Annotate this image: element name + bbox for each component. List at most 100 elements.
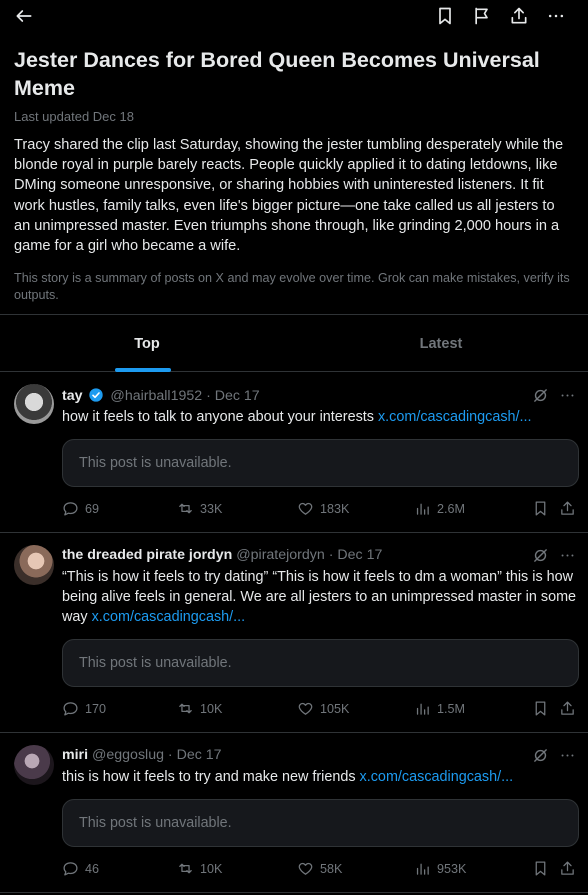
story-headline: Jester Dances for Bored Queen Becomes Un… [14, 48, 540, 100]
reply-button[interactable]: 170 [62, 700, 106, 717]
tab-bar: Top Latest [0, 314, 588, 372]
like-count: 183K [320, 501, 350, 516]
grok-icon[interactable] [532, 547, 549, 564]
like-button[interactable]: 183K [297, 500, 349, 517]
post-actions: 46 10K 58K 953K [62, 860, 580, 880]
bookmark-icon [535, 501, 546, 516]
share-button[interactable] [559, 500, 576, 517]
post-item[interactable]: miri @eggoslug · Dec 17 this is how it f… [0, 733, 588, 893]
last-updated: Last updated Dec 18 [14, 109, 134, 124]
bookmark-icon[interactable] [434, 5, 456, 27]
like-button[interactable]: 105K [297, 700, 349, 717]
like-button[interactable]: 58K [297, 860, 342, 877]
top-bar [0, 0, 588, 34]
reply-button[interactable]: 46 [62, 860, 99, 877]
post-link[interactable]: x.com/cascadingcash/... [360, 769, 514, 785]
post-item[interactable]: tay @hairball1952 · Dec 17 how it feels … [0, 373, 588, 533]
repost-count: 33K [200, 501, 223, 516]
like-count: 105K [320, 701, 350, 716]
heart-icon [298, 502, 313, 515]
views-chart-icon [416, 503, 429, 515]
post-body: how it feels to talk to anyone about you… [62, 409, 378, 425]
more-options-icon[interactable] [559, 547, 576, 564]
avatar[interactable] [14, 545, 54, 585]
views-button[interactable]: 953K [414, 860, 466, 877]
view-count: 953K [437, 861, 467, 876]
avatar[interactable] [14, 745, 54, 785]
post-link[interactable]: x.com/cascadingcash/... [92, 609, 246, 625]
tab-top[interactable]: Top [0, 315, 294, 372]
post-link[interactable]: x.com/cascadingcash/... [378, 409, 532, 425]
verified-badge-icon [89, 388, 104, 402]
heart-icon [298, 862, 313, 875]
repost-button[interactable]: 10K [177, 700, 222, 717]
author-name[interactable]: tay [62, 388, 83, 404]
more-options-icon[interactable] [559, 387, 576, 404]
view-count: 1.5M [437, 701, 465, 716]
grok-icon[interactable] [532, 747, 549, 764]
back-arrow-icon[interactable] [13, 5, 35, 27]
unavailable-quote: This post is unavailable. [62, 439, 579, 487]
share-icon [561, 501, 574, 515]
post-header: tay @hairball1952 · Dec 17 [62, 387, 260, 404]
bookmark-button[interactable] [532, 860, 549, 877]
repost-icon [179, 863, 192, 874]
share-button[interactable] [559, 860, 576, 877]
post-text: this is how it feels to try and make new… [62, 767, 578, 787]
share-icon [561, 861, 574, 875]
reply-count: 46 [85, 861, 100, 876]
repost-button[interactable]: 33K [177, 500, 222, 517]
post-item[interactable]: the dreaded pirate jordyn @piratejordyn … [0, 533, 588, 733]
bookmark-icon [535, 701, 546, 716]
bookmark-button[interactable] [532, 700, 549, 717]
repost-button[interactable]: 10K [177, 860, 222, 877]
avatar[interactable] [14, 384, 54, 424]
author-handle-date[interactable]: @piratejordyn · Dec 17 [236, 547, 382, 563]
reply-count: 69 [85, 501, 100, 516]
reply-icon [63, 702, 78, 716]
author-handle-date[interactable]: @hairball1952 · Dec 17 [110, 388, 259, 404]
views-button[interactable]: 2.6M [414, 500, 465, 517]
post-body: this is how it feels to try and make new… [62, 769, 360, 785]
unavailable-quote: This post is unavailable. [62, 799, 579, 847]
reply-icon [63, 502, 78, 516]
more-options-icon[interactable] [559, 747, 576, 764]
bookmark-button[interactable] [532, 500, 549, 517]
post-top-icons [532, 387, 576, 404]
post-header: miri @eggoslug · Dec 17 [62, 747, 222, 763]
tab-latest[interactable]: Latest [294, 315, 588, 372]
heart-icon [298, 702, 313, 715]
share-icon[interactable] [508, 5, 530, 27]
post-actions: 170 10K 105K 1.5M [62, 700, 580, 720]
flag-icon[interactable] [471, 5, 493, 27]
author-handle-date[interactable]: @eggoslug · Dec 17 [92, 747, 222, 763]
tab-top-label: Top [134, 335, 160, 352]
post-header: the dreaded pirate jordyn @piratejordyn … [62, 547, 382, 563]
repost-icon [179, 503, 192, 514]
post-text: how it feels to talk to anyone about you… [62, 407, 578, 427]
author-name[interactable]: the dreaded pirate jordyn [62, 547, 232, 563]
bookmark-icon [535, 861, 546, 876]
repost-icon [179, 703, 192, 714]
post-top-icons [532, 547, 576, 564]
views-chart-icon [416, 703, 429, 715]
tab-active-indicator [115, 368, 171, 372]
reply-count: 170 [85, 701, 107, 716]
tab-latest-label: Latest [419, 335, 463, 352]
post-actions: 69 33K 183K 2.6M [62, 500, 580, 520]
grok-disclaimer: This story is a summary of posts on X an… [14, 271, 570, 303]
share-button[interactable] [559, 700, 576, 717]
story-summary: Tracy shared the clip last Saturday, sho… [14, 137, 564, 255]
more-options-icon[interactable] [545, 5, 567, 27]
grok-icon[interactable] [532, 387, 549, 404]
share-icon [561, 701, 574, 715]
like-count: 58K [320, 861, 343, 876]
repost-count: 10K [200, 861, 223, 876]
reply-button[interactable]: 69 [62, 500, 99, 517]
view-count: 2.6M [437, 501, 465, 516]
unavailable-quote: This post is unavailable. [62, 639, 579, 687]
author-name[interactable]: miri [62, 747, 88, 763]
post-top-icons [532, 747, 576, 764]
repost-count: 10K [200, 701, 223, 716]
views-button[interactable]: 1.5M [414, 700, 465, 717]
